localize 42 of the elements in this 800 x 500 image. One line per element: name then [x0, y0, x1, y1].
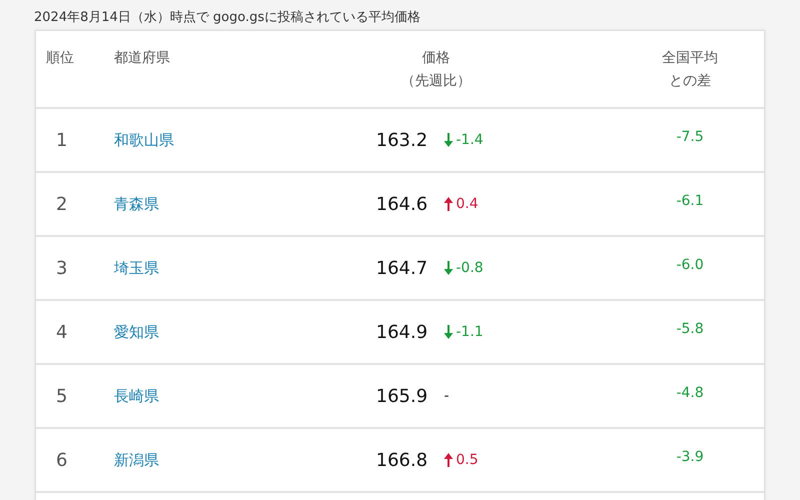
caption-text: 2024年8月14日（水）時点で gogo.gsに投稿されている平均価格 [33, 9, 422, 27]
change-value: - [444, 388, 450, 404]
column-header: 都道府県 [114, 49, 170, 68]
price-cell-text: 165.9 [376, 386, 429, 406]
down-arrow-icon [444, 133, 453, 147]
rank-cell-text: 2 [55, 194, 68, 214]
rank-cell-text: 5 [55, 386, 68, 406]
diff-cell: -5.8 [676, 321, 704, 337]
prefecture-link[interactable]: 和歌山県 [114, 131, 174, 149]
diff-cell: -4.8 [676, 385, 704, 401]
change-value: -1.4 [456, 132, 484, 148]
column-header: 価格 [422, 49, 450, 68]
diff-cell: -6.1 [676, 193, 704, 209]
change-value: 0.5 [456, 452, 478, 468]
prefecture-link[interactable]: 新潟県 [114, 451, 159, 469]
price-cell-text: 164.9 [376, 322, 429, 342]
column-header: 順位 [46, 49, 74, 68]
prefecture-link[interactable]: 愛知県 [114, 323, 159, 341]
prefecture-link[interactable]: 埼玉県 [114, 259, 159, 277]
change-value: -1.1 [456, 324, 484, 340]
up-arrow-icon [444, 453, 453, 467]
down-arrow-icon [444, 325, 453, 339]
column-header: との差 [669, 72, 711, 91]
price-cell-text: 164.6 [376, 194, 429, 214]
rank-cell-text: 3 [55, 258, 68, 278]
down-arrow-icon [444, 261, 453, 275]
price-cell-text: 163.2 [376, 130, 429, 150]
change-value: 0.4 [456, 196, 478, 212]
diff-cell: -7.5 [676, 129, 704, 145]
diff-cell: -6.0 [676, 257, 704, 273]
up-arrow-icon [444, 197, 453, 211]
change-value: -0.8 [456, 260, 484, 276]
rank-cell-text: 4 [55, 322, 68, 342]
diff-cell: -3.9 [676, 449, 704, 465]
prefecture-link[interactable]: 青森県 [114, 195, 159, 213]
price-cell-text: 164.7 [376, 258, 429, 278]
rank-cell-text: 6 [55, 450, 68, 470]
column-header: （先週比） [401, 72, 471, 91]
prefecture-link[interactable]: 長崎県 [114, 387, 159, 405]
rank-cell-text: 1 [55, 130, 68, 150]
price-cell-text: 166.8 [376, 450, 429, 470]
column-header: 全国平均 [662, 49, 718, 68]
